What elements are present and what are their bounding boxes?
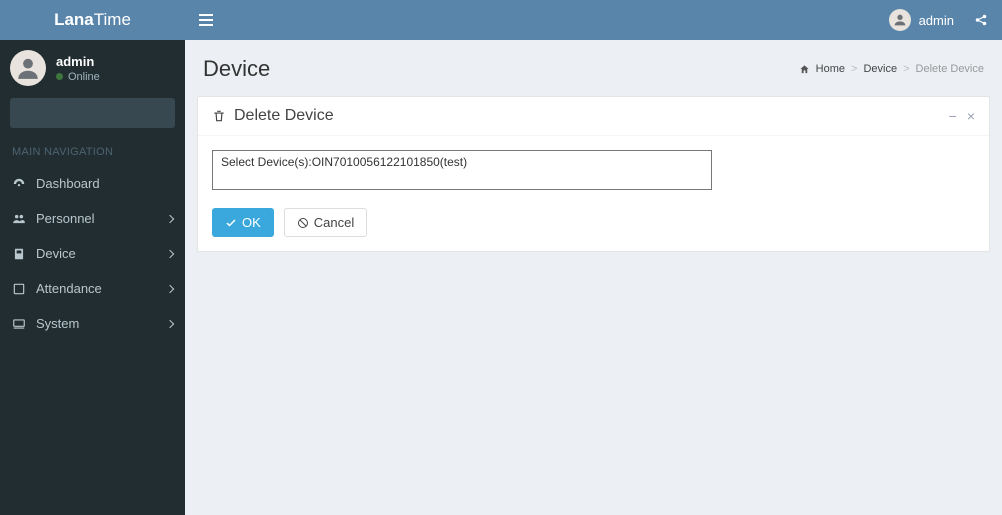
status-dot-icon <box>56 73 63 80</box>
sidebar-item-label: Personnel <box>36 211 95 226</box>
cancel-label: Cancel <box>314 215 354 230</box>
panel-title: Delete Device <box>234 107 334 125</box>
home-icon <box>799 64 810 75</box>
chevron-left-icon <box>166 319 174 327</box>
attendance-icon <box>12 282 26 296</box>
check-icon <box>225 217 237 229</box>
avatar-icon <box>889 9 911 31</box>
sidebar: admin Online MAIN NAVIGATION Dashboard <box>0 40 185 515</box>
cancel-button[interactable]: Cancel <box>284 208 367 237</box>
brand-part2: Time <box>94 10 131 30</box>
delete-device-panel: Delete Device − × Select Device(s):OIN70… <box>197 96 990 252</box>
breadcrumb: Home > Device > Delete Device <box>799 63 984 75</box>
sidebar-item-system[interactable]: System <box>0 306 185 341</box>
sidebar-item-device[interactable]: Device <box>0 236 185 271</box>
sidebar-item-personnel[interactable]: Personnel <box>0 201 185 236</box>
ok-button[interactable]: OK <box>212 208 274 237</box>
collapse-icon[interactable]: − <box>949 109 957 123</box>
chevron-left-icon <box>166 249 174 257</box>
sidebar-item-attendance[interactable]: Attendance <box>0 271 185 306</box>
chevron-left-icon <box>166 214 174 222</box>
breadcrumb-sep: > <box>903 63 909 75</box>
topbar: LanaTime admin <box>0 0 1002 40</box>
settings-share-icon[interactable] <box>974 13 988 27</box>
topbar-right: admin <box>185 9 1002 31</box>
panel-header: Delete Device − × <box>198 97 989 136</box>
breadcrumb-device[interactable]: Device <box>863 63 897 75</box>
ban-icon <box>297 217 309 229</box>
panel-body: Select Device(s):OIN7010056122101850(tes… <box>198 136 989 251</box>
avatar-icon <box>10 50 46 86</box>
users-icon <box>12 212 26 226</box>
selected-devices-box[interactable]: Select Device(s):OIN7010056122101850(tes… <box>212 150 712 190</box>
content-header: Device Home > Device > Delete Device <box>185 40 1002 92</box>
trash-icon <box>212 109 226 123</box>
sidebar-user-panel: admin Online <box>0 40 185 98</box>
sidebar-search-input[interactable] <box>10 98 175 128</box>
breadcrumb-sep: > <box>851 63 857 75</box>
sidebar-user-status: Online <box>56 71 100 83</box>
dashboard-icon <box>12 177 26 191</box>
ok-label: OK <box>242 215 261 230</box>
topbar-username: admin <box>919 13 954 28</box>
system-icon <box>12 317 26 331</box>
menu-toggle-icon[interactable] <box>199 14 213 26</box>
breadcrumb-leaf: Delete Device <box>916 63 984 75</box>
nav-header: MAIN NAVIGATION <box>0 136 185 166</box>
device-icon <box>12 247 26 261</box>
sidebar-username: admin <box>56 54 100 69</box>
sidebar-item-dashboard[interactable]: Dashboard <box>0 166 185 201</box>
sidebar-item-label: System <box>36 316 79 331</box>
topbar-user[interactable]: admin <box>889 9 988 31</box>
content-area: Device Home > Device > Delete Device Del… <box>185 40 1002 515</box>
breadcrumb-home[interactable]: Home <box>816 63 845 75</box>
chevron-left-icon <box>166 284 174 292</box>
sidebar-item-label: Attendance <box>36 281 102 296</box>
brand-part1: Lana <box>54 10 94 30</box>
close-icon[interactable]: × <box>967 109 975 123</box>
brand-logo[interactable]: LanaTime <box>0 0 185 40</box>
status-text: Online <box>68 71 100 83</box>
page-title: Device <box>203 56 270 82</box>
sidebar-item-label: Dashboard <box>36 176 100 191</box>
selected-devices-text: Select Device(s):OIN7010056122101850(tes… <box>221 155 467 169</box>
sidebar-item-label: Device <box>36 246 76 261</box>
